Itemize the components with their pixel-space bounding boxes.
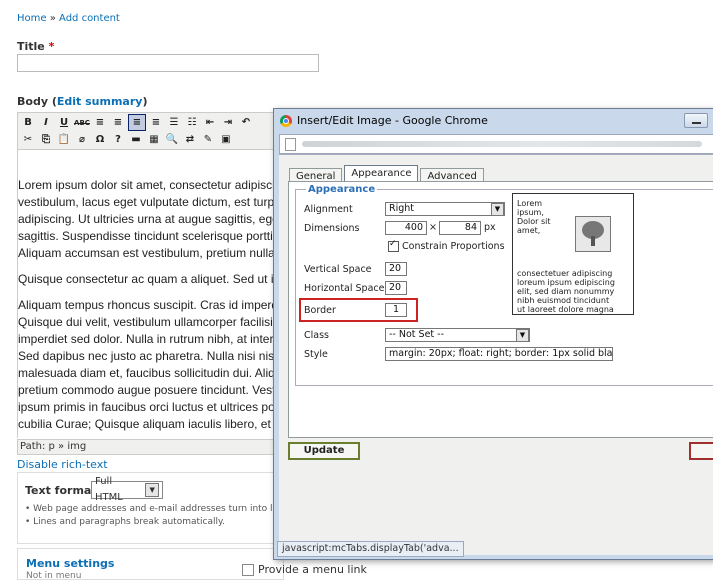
status-bar: javascript:mcTabs.displayTab('adva... bbox=[277, 541, 464, 557]
dialog-content: General Appearance Advanced Appearance A… bbox=[279, 154, 713, 555]
align-center-button[interactable]: ≡ bbox=[110, 115, 126, 130]
paste-icon[interactable]: 📋 bbox=[56, 132, 72, 147]
chevron-down-icon: ▼ bbox=[491, 202, 504, 216]
menu-settings-link[interactable]: Menu settings bbox=[26, 557, 114, 570]
cut-icon[interactable]: ✂ bbox=[20, 132, 36, 147]
numbered-list-button[interactable]: ☷ bbox=[184, 115, 200, 130]
required-marker: * bbox=[48, 40, 55, 53]
text-format-value: Full HTML bbox=[95, 476, 123, 503]
dimension-times: × bbox=[429, 222, 437, 233]
copy-icon[interactable]: ⎘ bbox=[38, 132, 54, 147]
title-label-text: Title bbox=[17, 40, 45, 53]
special-char-icon[interactable]: Ω bbox=[92, 132, 108, 147]
title-label: Title * bbox=[17, 40, 54, 53]
constrain-checkbox[interactable] bbox=[388, 239, 399, 252]
align-justify-button[interactable]: ≡ bbox=[148, 115, 164, 130]
width-input[interactable]: 400 bbox=[385, 221, 427, 235]
constrain-label: Constrain Proportions bbox=[402, 241, 505, 252]
height-input[interactable]: 84 bbox=[439, 221, 481, 235]
window-title: Insert/Edit Image - Google Chrome bbox=[297, 114, 488, 127]
breadcrumb: Home » Add content bbox=[17, 13, 120, 24]
italic-button[interactable]: I bbox=[38, 115, 54, 130]
undo-button[interactable]: ↶ bbox=[238, 115, 254, 130]
page-icon bbox=[285, 138, 296, 151]
blurred-url bbox=[302, 141, 702, 147]
constrain-proportions[interactable]: Constrain Proportions bbox=[388, 239, 505, 252]
horizontal-space-input[interactable]: 20 bbox=[385, 281, 407, 295]
edit-icon[interactable]: ✎ bbox=[200, 132, 216, 147]
class-label: Class bbox=[304, 330, 329, 341]
breadcrumb-add-content-link[interactable]: Add content bbox=[59, 13, 120, 24]
chevron-down-icon: ▼ bbox=[516, 328, 529, 342]
provide-menu-link[interactable]: Provide a menu link bbox=[242, 563, 367, 576]
editor-content[interactable]: Lorem ipsum dolor sit amet, consectetur … bbox=[17, 150, 283, 438]
alignment-select[interactable]: Right ▼ bbox=[385, 202, 505, 216]
replace-icon[interactable]: ⇄ bbox=[182, 132, 198, 147]
appearance-panel: Appearance Alignment Right ▼ Dimensions … bbox=[288, 181, 713, 438]
help-icon[interactable]: ? bbox=[110, 132, 126, 147]
body-label-text: Body bbox=[17, 95, 48, 108]
style-input[interactable]: margin: 20px; float: right; border: 1px … bbox=[385, 347, 613, 361]
style-label: Style bbox=[304, 349, 328, 360]
strikethrough-button[interactable]: ABC bbox=[74, 115, 90, 130]
bold-button[interactable]: B bbox=[20, 115, 36, 130]
chevron-down-icon: ▼ bbox=[145, 483, 159, 497]
appearance-legend: Appearance bbox=[306, 184, 378, 195]
vertical-space-label: Vertical Space bbox=[304, 264, 372, 275]
insert-image-window: Insert/Edit Image - Google Chrome Genera… bbox=[273, 108, 713, 560]
title-input[interactable] bbox=[17, 54, 319, 72]
editor-paragraph: Aliquam tempus rhoncus suscipit. Cras id… bbox=[18, 298, 283, 431]
align-left-button[interactable]: ≡ bbox=[92, 115, 108, 130]
outdent-button[interactable]: ⇤ bbox=[202, 115, 218, 130]
minimize-button[interactable] bbox=[684, 113, 708, 128]
body-label: Body (Edit summary) bbox=[17, 95, 148, 108]
border-label: Border bbox=[304, 305, 336, 316]
image-preview: Lorem ipsum, Dolor sit amet, consectetue… bbox=[512, 193, 634, 315]
dimensions-label: Dimensions bbox=[304, 223, 360, 234]
vertical-space-input[interactable]: 20 bbox=[385, 262, 407, 276]
underline-button[interactable]: U bbox=[56, 115, 72, 130]
class-value: -- Not Set -- bbox=[389, 329, 445, 340]
bullet-list-button[interactable]: ☰ bbox=[166, 115, 182, 130]
cancel-button[interactable] bbox=[689, 442, 713, 460]
appearance-fieldset: Appearance Alignment Right ▼ Dimensions … bbox=[295, 184, 713, 386]
alignment-value: Right bbox=[389, 203, 415, 214]
editor-paragraph: Quisque consectetur ac quam a aliquet. S… bbox=[18, 272, 283, 286]
preview-text-top: Lorem ipsum, Dolor sit amet, bbox=[517, 199, 551, 235]
text-format-label: Text format bbox=[25, 484, 97, 497]
table-icon[interactable]: ▦ bbox=[146, 132, 162, 147]
dimension-unit: px bbox=[484, 222, 496, 233]
url-bar bbox=[279, 134, 713, 154]
breadcrumb-home-link[interactable]: Home bbox=[17, 13, 47, 24]
class-select[interactable]: -- Not Set -- ▼ bbox=[385, 328, 530, 342]
chrome-icon bbox=[280, 114, 292, 127]
editor-toolbar: B I U ABC ≡ ≡ ≡ ≡ ☰ ☷ ⇤ ⇥ ↶ ✂ ⎘ 📋 ⌀ Ω ? … bbox=[17, 112, 284, 150]
preview-text-bottom: consectetuer adipiscing loreum ipsum edi… bbox=[517, 269, 615, 314]
align-right-button[interactable]: ≡ bbox=[128, 114, 146, 131]
alignment-label: Alignment bbox=[304, 204, 353, 215]
editor-path: Path: p » img bbox=[17, 439, 286, 455]
text-format-select[interactable]: Full HTML ▼ bbox=[91, 476, 163, 503]
disable-rich-text-link[interactable]: Disable rich-text bbox=[17, 458, 108, 471]
menu-settings-summary: Not in menu bbox=[26, 571, 82, 581]
horizontal-space-label: Horizontal Space bbox=[304, 283, 385, 294]
indent-button[interactable]: ⇥ bbox=[220, 115, 236, 130]
cleanup-icon[interactable]: ⌀ bbox=[74, 132, 90, 147]
tip-item: Lines and paragraphs break automatically… bbox=[33, 517, 225, 527]
breadcrumb-separator: » bbox=[49, 13, 56, 24]
provide-menu-link-label: Provide a menu link bbox=[258, 563, 367, 576]
update-button[interactable]: Update bbox=[288, 442, 360, 460]
hr-icon[interactable]: ▬ bbox=[128, 132, 144, 147]
edit-summary-link[interactable]: Edit summary bbox=[57, 95, 143, 108]
image-icon[interactable]: ▣ bbox=[218, 132, 234, 147]
provide-menu-link-checkbox[interactable] bbox=[242, 563, 254, 576]
window-titlebar: Insert/Edit Image - Google Chrome bbox=[280, 114, 488, 127]
border-input[interactable]: 1 bbox=[385, 303, 407, 317]
find-icon[interactable]: 🔍 bbox=[164, 132, 180, 147]
preview-tree-image bbox=[575, 216, 611, 252]
editor-paragraph: Lorem ipsum dolor sit amet, consectetur … bbox=[18, 178, 283, 260]
